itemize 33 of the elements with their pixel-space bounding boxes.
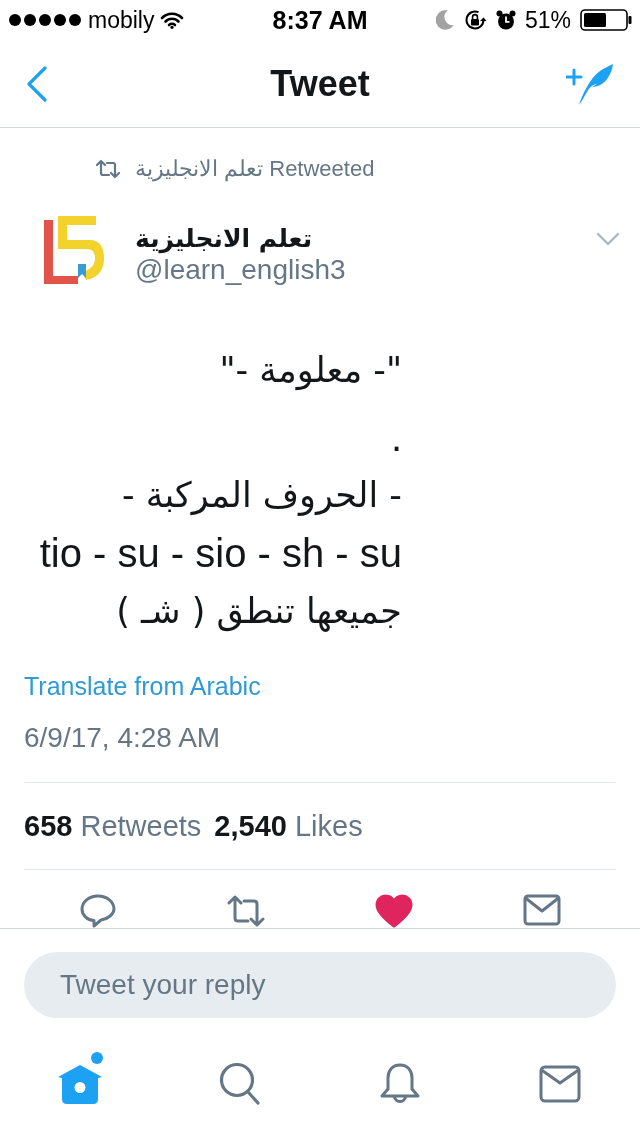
tweet-timestamp: 6/9/17, 4:28 AM [24,722,221,754]
battery-icon [580,9,632,31]
battery-percentage: 51% [524,7,571,33]
compose-feather-icon[interactable] [566,61,614,106]
tweet-text-line: - الحروف المركبة - [121,474,402,518]
author-name[interactable]: تعلم الانجليزية [135,223,313,255]
alarm-clock-icon [495,10,516,30]
envelope-icon[interactable] [523,894,561,926]
moon-icon [435,10,454,30]
rotation-lock-icon [462,8,487,32]
reply-input-field[interactable]: Tweet your reply [24,952,616,1018]
envelope-icon[interactable] [539,1065,581,1103]
wifi-icon [160,11,185,29]
bell-icon[interactable] [379,1062,421,1106]
retweet-arrows-icon[interactable] [226,894,266,928]
tweet-text-line: . [390,414,402,461]
tweet-text-line: tio - su - sio - sh - su [39,530,402,577]
back-chevron-icon[interactable] [26,65,48,102]
speech-bubble-icon[interactable] [80,894,116,928]
stat-link[interactable]: 2,540 Likes [214,810,363,842]
carrier-name: mobily [88,7,155,33]
tweet-text-line: "- معلومة -" [219,349,402,393]
signal-strength-icon [8,13,82,27]
tweet-text-line: جميعها تنطق ( شـ ) [116,590,402,634]
stat-link[interactable]: 658 Retweets [24,810,202,842]
search-icon[interactable] [219,1062,261,1106]
status-time: 8:37 AM [272,6,368,34]
author-handle[interactable]: @learn_english3 [135,255,346,285]
birdhouse-home-icon[interactable] [57,1063,103,1105]
screen-title: Tweet [270,63,370,104]
retweet-arrows-icon [95,159,121,179]
retweeted-by-label[interactable]: تعلم الانجليزية Retweeted [135,156,375,182]
heart-icon[interactable] [375,894,413,928]
